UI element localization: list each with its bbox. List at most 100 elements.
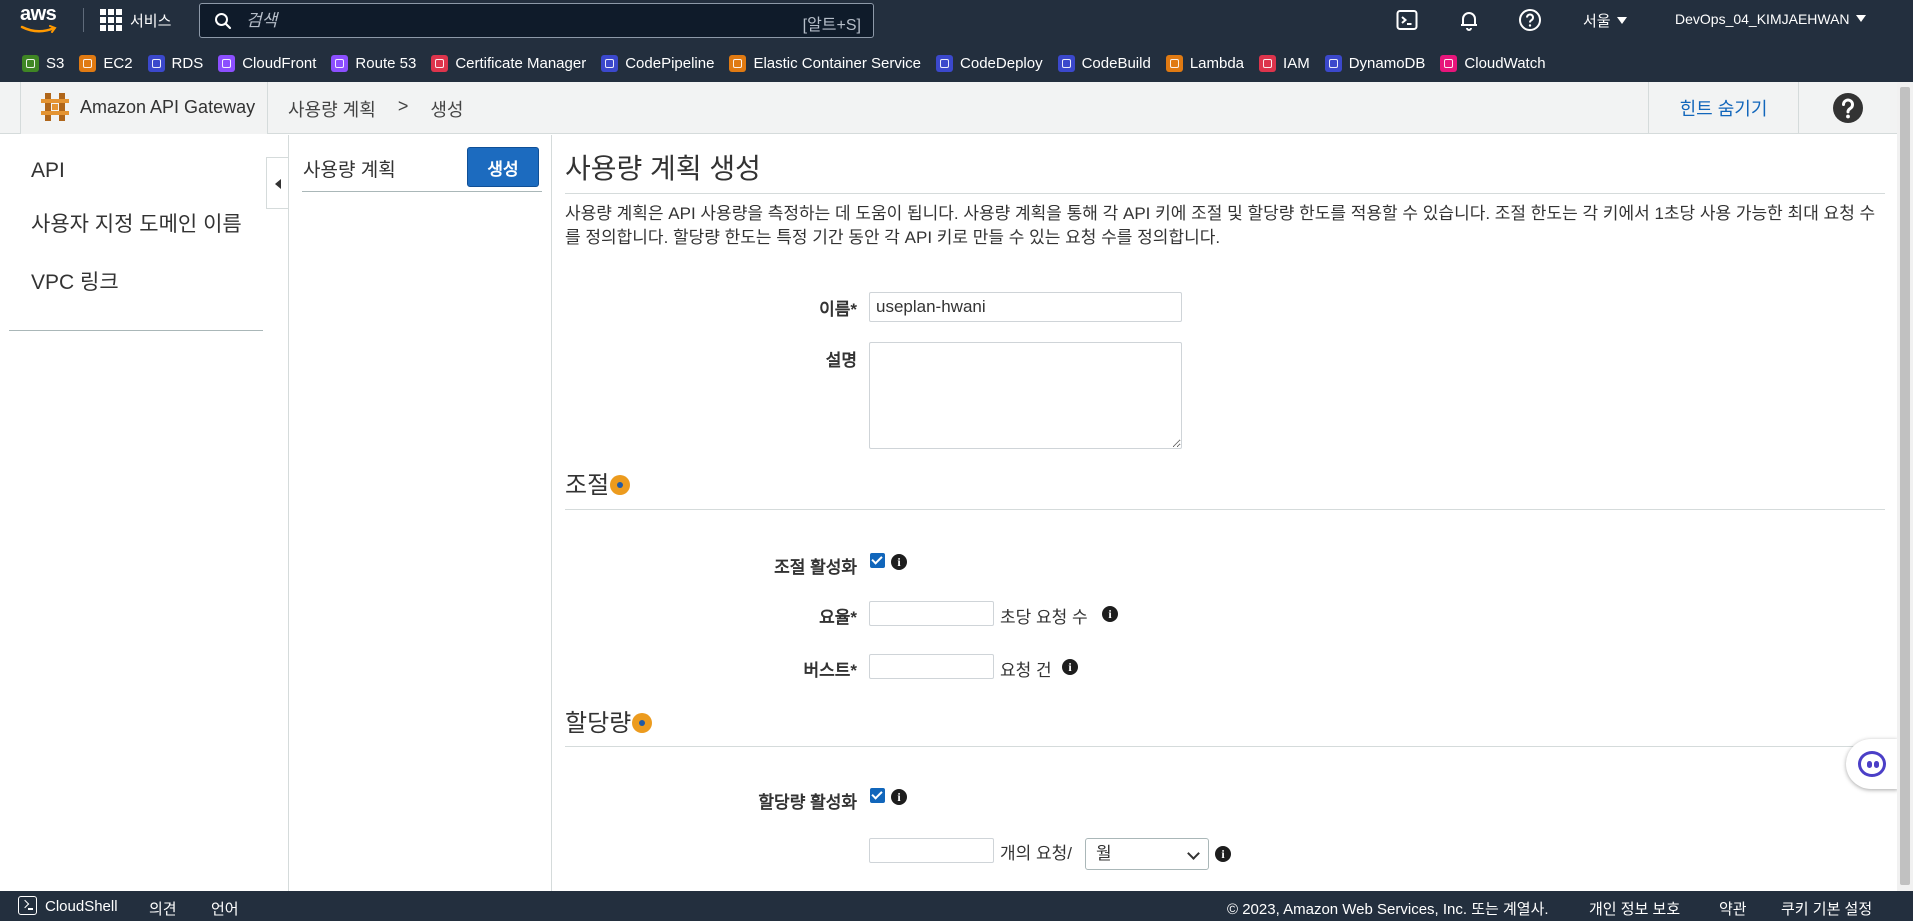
favorite-label: Lambda xyxy=(1189,54,1245,72)
favorite-codepipeline[interactable]: CodePipeline xyxy=(601,54,715,72)
info-icon[interactable]: i xyxy=(891,789,907,805)
service-icon xyxy=(1165,54,1183,72)
search-box[interactable]: [알트+S] xyxy=(199,3,874,38)
search-icon xyxy=(215,13,232,30)
question-circle-icon xyxy=(1833,93,1863,123)
scrollbar-thumb[interactable] xyxy=(1900,87,1910,885)
cloudshell-icon[interactable] xyxy=(1395,8,1419,32)
section-divider xyxy=(565,509,1885,510)
quota-heading-text: 할당량 xyxy=(565,710,632,737)
favorite-s3[interactable]: S3 xyxy=(22,54,64,72)
rate-label: 요율* xyxy=(819,608,857,627)
sidebar-item-api[interactable]: API xyxy=(31,159,65,183)
hide-hints-link[interactable]: 힌트 숨기기 xyxy=(1648,82,1798,134)
top-navigation-row: aws 서비스 [알트+S] xyxy=(0,0,1913,40)
favorite-label: CodePipeline xyxy=(625,54,715,72)
favorite-cloudfront[interactable]: CloudFront xyxy=(218,54,317,72)
favorite-label: Elastic Container Service xyxy=(753,54,922,72)
section-divider xyxy=(565,746,1885,747)
favorite-label: RDS xyxy=(171,54,204,72)
quota-requests-unit: 개의 요청/ xyxy=(1000,844,1073,863)
service-icon xyxy=(79,54,97,72)
favorite-label: CloudFront xyxy=(242,54,317,72)
info-icon[interactable]: i xyxy=(1102,606,1118,622)
grid-icon xyxy=(100,9,122,31)
hint-dot-icon[interactable] xyxy=(610,475,631,495)
favorite-label: CodeDeploy xyxy=(960,54,1043,72)
quota-enable-label: 할당량 활성화 xyxy=(758,793,857,812)
assistant-chat-button[interactable] xyxy=(1846,739,1898,789)
aws-smile-icon xyxy=(20,25,57,33)
service-icon xyxy=(218,54,236,72)
top-navigation: aws 서비스 [알트+S] xyxy=(0,0,1913,82)
favorite-label: Certificate Manager xyxy=(455,54,587,72)
quota-period-select[interactable]: 월 xyxy=(1085,838,1209,870)
favorite-codedeploy[interactable]: CodeDeploy xyxy=(936,54,1043,72)
favorite-lambda[interactable]: Lambda xyxy=(1165,54,1245,72)
services-menu-button[interactable]: 서비스 xyxy=(100,6,171,34)
sidebar-item-custom-domain-names[interactable]: 사용자 지정 도메인 이름 xyxy=(31,208,242,238)
favorite-codebuild[interactable]: CodeBuild xyxy=(1057,54,1151,72)
cloudshell-icon[interactable] xyxy=(18,896,37,915)
cloudshell-link[interactable]: CloudShell xyxy=(45,898,118,915)
throttling-enable-checkbox[interactable] xyxy=(870,553,885,568)
cookie-preferences-link[interactable]: 쿠키 기본 설정 xyxy=(1781,898,1872,919)
privacy-link[interactable]: 개인 정보 보호 xyxy=(1589,898,1680,919)
service-brand[interactable]: Amazon API Gateway xyxy=(20,82,268,134)
quota-requests-field[interactable] xyxy=(869,838,994,863)
favorite-route-53[interactable]: Route 53 xyxy=(331,54,417,72)
aws-logo[interactable]: aws xyxy=(20,3,62,35)
favorite-label: DynamoDB xyxy=(1348,54,1426,72)
help-button[interactable] xyxy=(1798,82,1897,134)
usage-plans-panel: 사용량 계획 생성 xyxy=(288,135,552,892)
breadcrumb-usage-plans[interactable]: 사용량 계획 xyxy=(288,96,376,122)
favorite-elastic-container-service[interactable]: Elastic Container Service xyxy=(729,54,922,72)
service-icon xyxy=(601,54,619,72)
favorite-label: Route 53 xyxy=(355,54,417,72)
throttling-heading: 조절 xyxy=(565,465,631,500)
divider xyxy=(83,8,84,32)
language-link[interactable]: 언어 xyxy=(211,898,239,919)
region-selector[interactable]: 서울 xyxy=(1583,10,1627,31)
service-icon xyxy=(147,54,165,72)
description-field[interactable] xyxy=(869,342,1182,449)
feedback-link[interactable]: 의견 xyxy=(149,898,177,919)
breadcrumb-separator: > xyxy=(397,96,409,116)
service-icon xyxy=(22,54,39,72)
terms-link[interactable]: 약관 xyxy=(1719,898,1747,919)
throttling-enable-label: 조절 활성화 xyxy=(774,558,857,577)
sidebar-item-vpc-links[interactable]: VPC 링크 xyxy=(31,266,119,296)
caret-down-icon xyxy=(1616,17,1627,24)
collapse-sidebar-button[interactable] xyxy=(266,157,289,209)
service-header: Amazon API Gateway 사용량 계획 > 생성 힌트 숨기기 xyxy=(0,82,1897,134)
favorite-iam[interactable]: IAM xyxy=(1259,54,1310,72)
quota-enable-checkbox[interactable] xyxy=(870,788,885,803)
account-menu[interactable]: DevOps_04_KIMJAEHWAN xyxy=(1675,11,1866,27)
favorite-rds[interactable]: RDS xyxy=(147,54,204,72)
bell-icon[interactable] xyxy=(1457,8,1481,32)
info-icon[interactable]: i xyxy=(891,554,907,570)
favorite-ec2[interactable]: EC2 xyxy=(79,54,133,72)
favorite-cloudwatch[interactable]: CloudWatch xyxy=(1440,54,1546,72)
service-icon xyxy=(331,54,349,72)
description-label: 설명 xyxy=(825,351,857,370)
page-scrollbar[interactable] xyxy=(1897,82,1913,892)
chat-bot-icon xyxy=(1858,751,1886,777)
favorite-dynamodb[interactable]: DynamoDB xyxy=(1324,54,1426,72)
favorite-certificate-manager[interactable]: Certificate Manager xyxy=(431,54,587,72)
copyright-text: © 2023, Amazon Web Services, Inc. 또는 계열사… xyxy=(1227,901,1549,918)
name-field[interactable] xyxy=(869,292,1182,322)
burst-field[interactable] xyxy=(869,654,994,679)
breadcrumb: 사용량 계획 > 생성 xyxy=(288,96,463,122)
usage-plans-title: 사용량 계획 xyxy=(303,160,396,181)
rate-field[interactable] xyxy=(869,601,994,626)
page-description: 사용량 계획은 API 사용량을 측정하는 데 도움이 됩니다. 사용량 계획을… xyxy=(565,204,1876,247)
create-usage-plan-button[interactable]: 생성 xyxy=(467,147,539,187)
service-icon xyxy=(729,54,747,72)
help-icon[interactable] xyxy=(1518,8,1542,32)
info-icon[interactable]: i xyxy=(1215,846,1231,862)
info-icon[interactable]: i xyxy=(1062,659,1078,675)
search-input[interactable] xyxy=(244,9,764,33)
burst-unit: 요청 건 xyxy=(1000,661,1052,680)
hint-dot-icon[interactable] xyxy=(632,713,653,733)
